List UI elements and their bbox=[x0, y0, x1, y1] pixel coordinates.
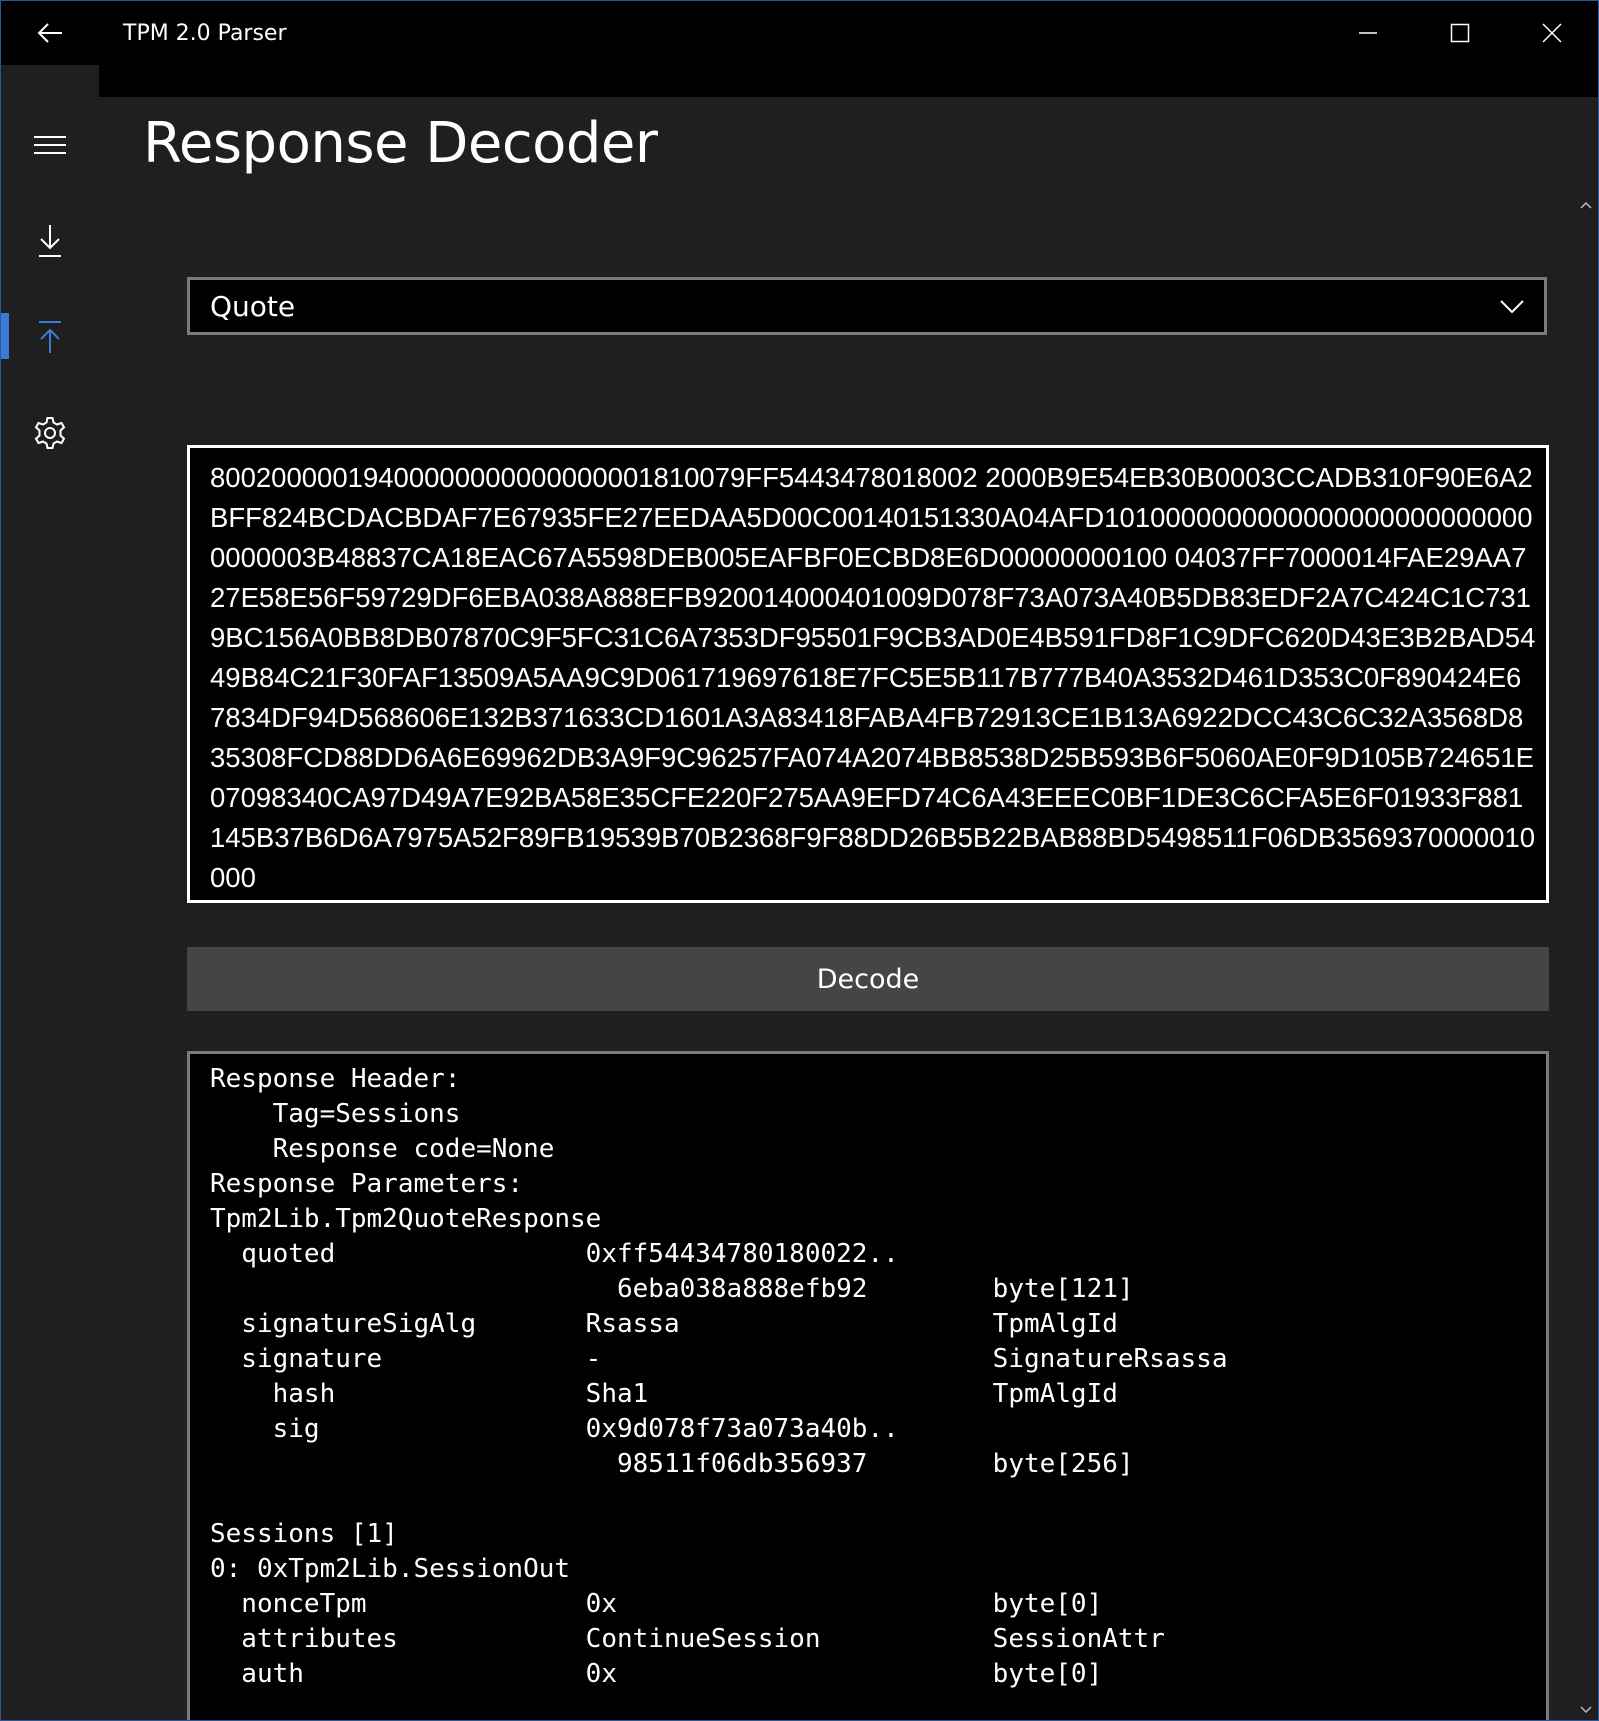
navigation-rail bbox=[1, 65, 99, 1720]
minimize-icon bbox=[1359, 32, 1377, 34]
gear-icon bbox=[34, 417, 66, 449]
close-button[interactable] bbox=[1506, 1, 1598, 65]
content-area: Quote 8002000001940000000000000000181007… bbox=[99, 193, 1573, 1720]
chevron-down-icon bbox=[1500, 300, 1524, 314]
scroll-up-button[interactable] bbox=[1573, 193, 1598, 217]
scroll-down-button[interactable] bbox=[1573, 1698, 1598, 1720]
upload-arrow-icon bbox=[39, 321, 61, 353]
scroll-up-arrow-icon bbox=[1579, 201, 1592, 209]
nav-item-command-decoder[interactable] bbox=[1, 201, 99, 281]
page-header: Response Decoder bbox=[99, 97, 1598, 193]
decoded-output-textbox[interactable]: Response Header: Tag=Sessions Response c… bbox=[187, 1051, 1549, 1720]
close-icon bbox=[1542, 23, 1562, 43]
app-window: TPM 2.0 Parser Response Decoder Quote 80… bbox=[0, 0, 1599, 1721]
nav-item-settings[interactable] bbox=[1, 393, 99, 473]
caption-buttons bbox=[1322, 1, 1598, 65]
app-title: TPM 2.0 Parser bbox=[123, 20, 287, 46]
main-area: Response Decoder Quote 80020000019400000… bbox=[99, 65, 1598, 1720]
vertical-scrollbar[interactable] bbox=[1573, 193, 1598, 1720]
page-title: Response Decoder bbox=[143, 111, 658, 176]
back-arrow-icon bbox=[37, 23, 62, 43]
maximize-button[interactable] bbox=[1414, 1, 1506, 65]
scroll-down-arrow-icon bbox=[1579, 1706, 1592, 1714]
title-bar: TPM 2.0 Parser bbox=[1, 1, 1598, 65]
minimize-button[interactable] bbox=[1322, 1, 1414, 65]
maximize-icon bbox=[1450, 23, 1470, 43]
back-button[interactable] bbox=[1, 1, 99, 65]
hex-input-textbox[interactable]: 80020000019400000000000000001810079FF544… bbox=[187, 445, 1549, 903]
download-arrow-icon bbox=[39, 225, 61, 257]
hamburger-menu-button[interactable] bbox=[1, 105, 99, 185]
dropdown-selected-value: Quote bbox=[210, 289, 296, 323]
hamburger-icon bbox=[34, 136, 66, 154]
command-type-dropdown[interactable]: Quote bbox=[187, 277, 1547, 335]
nav-item-response-decoder[interactable] bbox=[1, 297, 99, 377]
decode-button[interactable]: Decode bbox=[187, 947, 1549, 1011]
